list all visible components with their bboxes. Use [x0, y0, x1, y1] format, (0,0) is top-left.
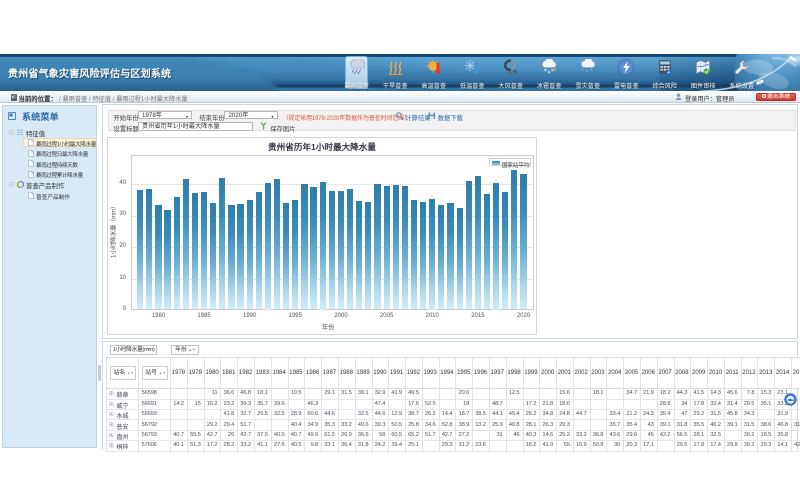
svg-text:*: * [581, 68, 583, 74]
svg-text:*: * [586, 70, 588, 75]
svg-text:*: * [590, 68, 592, 74]
